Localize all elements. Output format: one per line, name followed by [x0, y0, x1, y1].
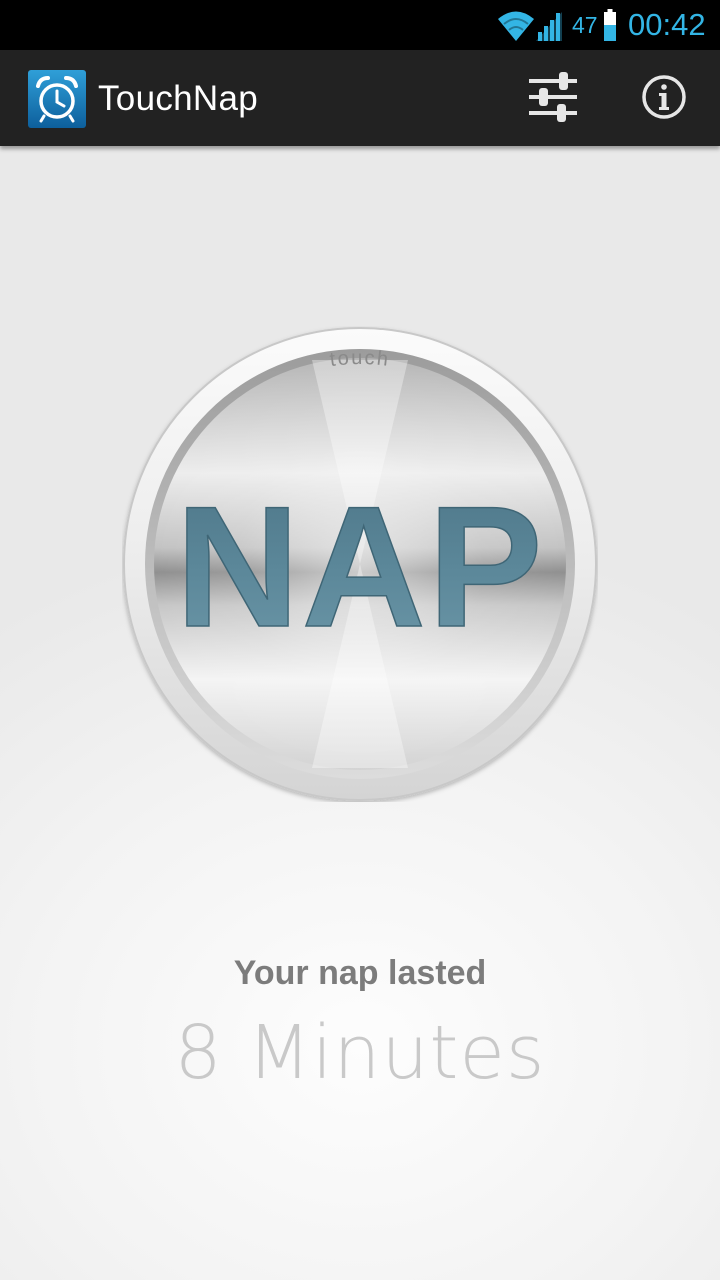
status-clock: 00:42	[628, 7, 706, 42]
info-icon	[641, 74, 687, 124]
nap-label: NAP	[175, 471, 544, 663]
info-button[interactable]	[630, 64, 698, 134]
touch-ring-label: touch	[329, 347, 390, 371]
sliders-icon	[527, 71, 579, 127]
battery-icon	[604, 9, 616, 41]
svg-text:touch: touch	[329, 347, 392, 371]
nap-button[interactable]: NAP touch	[122, 326, 598, 802]
nap-result-label: Your nap lasted	[233, 954, 487, 992]
status-bar: 47 00:42	[0, 0, 720, 50]
main-content: NAP touch Your nap lasted 8 Minutes	[0, 146, 720, 1280]
settings-button[interactable]	[520, 64, 586, 134]
action-bar: TouchNap	[0, 50, 720, 146]
app-title: TouchNap	[98, 79, 259, 118]
alarm-clock-icon	[28, 70, 86, 128]
battery-level: 47	[572, 12, 598, 38]
wifi-icon	[496, 8, 536, 42]
nap-duration: 8 Minutes	[174, 1010, 546, 1096]
signal-icon	[534, 8, 564, 42]
